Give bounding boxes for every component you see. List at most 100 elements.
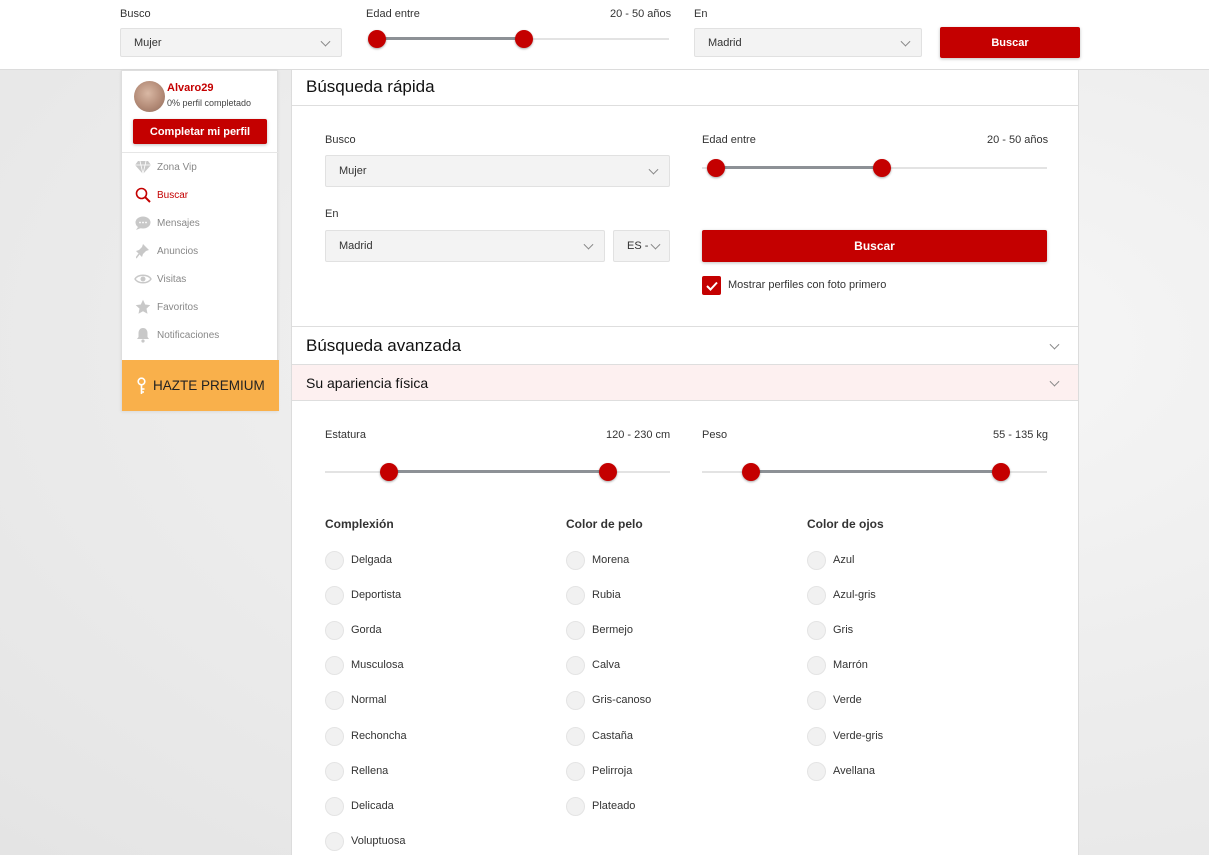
age-slider[interactable] — [702, 158, 1047, 178]
location-select[interactable]: Madrid — [325, 230, 605, 262]
eye-color-option[interactable]: Verde-gris — [807, 726, 883, 746]
option-label: Gris-canoso — [592, 694, 652, 706]
slider-max-handle[interactable] — [599, 463, 617, 481]
busco-value: Mujer — [339, 165, 367, 177]
hair-color-option[interactable]: Calva — [566, 655, 620, 675]
sidebar-item-buscar[interactable]: Buscar — [122, 181, 279, 209]
hair-color-option[interactable]: Bermejo — [566, 620, 633, 640]
radio-circle[interactable] — [325, 585, 344, 605]
radio-circle[interactable] — [325, 831, 344, 851]
radio-circle[interactable] — [566, 761, 585, 781]
appearance-accordion[interactable]: Su apariencia física — [292, 365, 1078, 400]
radio-circle[interactable] — [566, 726, 585, 746]
advanced-search-accordion[interactable]: Búsqueda avanzada — [292, 327, 1078, 364]
radio-circle[interactable] — [566, 690, 585, 710]
complexion-option[interactable]: Rellena — [325, 761, 388, 781]
radio-circle[interactable] — [325, 761, 344, 781]
complexion-option[interactable]: Musculosa — [325, 655, 404, 675]
profile-progress: 0% perfil completado — [167, 98, 252, 108]
sidebar-item-zona-vip[interactable]: Zona Vip — [122, 153, 279, 181]
complexion-option[interactable]: Rechoncha — [325, 726, 407, 746]
busco-select[interactable]: Mujer — [325, 155, 670, 187]
username[interactable]: Alvaro29 — [167, 82, 213, 94]
weight-slider[interactable] — [702, 462, 1047, 482]
hair-color-option[interactable]: Rubia — [566, 585, 621, 605]
sidebar-item-notificaciones[interactable]: Notificaciones — [122, 321, 279, 349]
chat-icon — [134, 215, 152, 231]
radio-circle[interactable] — [807, 655, 826, 675]
slider-min-handle[interactable] — [368, 30, 386, 48]
top-location-select[interactable]: Madrid — [694, 28, 922, 57]
slider-min-handle[interactable] — [380, 463, 398, 481]
complexion-heading: Complexión — [325, 517, 394, 531]
sidebar-item-favoritos[interactable]: Favoritos — [122, 293, 279, 321]
complexion-option[interactable]: Voluptuosa — [325, 831, 405, 851]
slider-min-handle[interactable] — [707, 159, 725, 177]
radio-circle[interactable] — [807, 585, 826, 605]
complexion-option[interactable]: Delicada — [325, 796, 394, 816]
radio-circle[interactable] — [325, 655, 344, 675]
top-age-slider[interactable] — [368, 29, 669, 49]
complexion-option[interactable]: Gorda — [325, 620, 382, 640]
eye-color-option[interactable]: Azul-gris — [807, 585, 876, 605]
premium-button[interactable]: HAZTE PREMIUM — [122, 360, 279, 411]
radio-circle[interactable] — [325, 550, 344, 570]
radio-circle[interactable] — [807, 761, 826, 781]
option-label: Avellana — [833, 765, 875, 777]
search-button[interactable]: Buscar — [702, 230, 1047, 262]
radio-circle[interactable] — [325, 726, 344, 746]
height-slider[interactable] — [325, 462, 670, 482]
complexion-option[interactable]: Normal — [325, 690, 386, 710]
option-label: Calva — [592, 659, 621, 671]
eye-color-option[interactable]: Marrón — [807, 655, 868, 675]
top-search-button[interactable]: Buscar — [940, 27, 1080, 58]
complexion-option[interactable]: Deportista — [325, 585, 401, 605]
top-busco-select[interactable]: Mujer — [120, 28, 342, 57]
hair-color-option[interactable]: Gris-canoso — [566, 690, 651, 710]
radio-circle[interactable] — [566, 620, 585, 640]
avatar[interactable] — [134, 81, 165, 112]
slider-max-handle[interactable] — [873, 159, 891, 177]
complete-profile-button[interactable]: Completar mi perfil — [133, 119, 267, 144]
country-select[interactable]: ES - — [613, 230, 670, 262]
hair-color-option[interactable]: Pelirroja — [566, 761, 632, 781]
sidebar-item-mensajes[interactable]: Mensajes — [122, 209, 279, 237]
diamond-icon — [134, 159, 152, 175]
eye-color-option[interactable]: Avellana — [807, 761, 875, 781]
slider-max-handle[interactable] — [992, 463, 1010, 481]
quick-search-title: Búsqueda rápida — [306, 77, 435, 96]
search-panel: Búsqueda rápida Busco Mujer Edad entre 2… — [291, 70, 1079, 855]
sidebar-item-label: Notificaciones — [157, 329, 220, 341]
radio-circle[interactable] — [807, 620, 826, 640]
sidebar-item-visitas[interactable]: Visitas — [122, 265, 279, 293]
radio-circle[interactable] — [566, 655, 585, 675]
radio-circle[interactable] — [807, 550, 826, 570]
eye-color-option[interactable]: Azul — [807, 550, 854, 570]
hair-color-option[interactable]: Morena — [566, 550, 629, 570]
appearance-title: Su apariencia física — [306, 374, 429, 391]
divider — [292, 105, 1078, 106]
chevron-down-icon — [648, 164, 659, 175]
estatura-label: Estatura — [325, 429, 366, 441]
radio-circle[interactable] — [325, 620, 344, 640]
option-label: Verde — [833, 694, 862, 706]
eye-color-option[interactable]: Gris — [807, 620, 853, 640]
edad-value: 20 - 50 años — [987, 134, 1049, 146]
complexion-option[interactable]: Delgada — [325, 550, 392, 570]
top-edad-value: 20 - 50 años — [610, 8, 672, 20]
photo-first-checkbox[interactable] — [702, 276, 721, 295]
radio-circle[interactable] — [325, 796, 344, 816]
sidebar-item-label: Favoritos — [157, 301, 199, 313]
radio-circle[interactable] — [807, 726, 826, 746]
hair-color-option[interactable]: Castaña — [566, 726, 633, 746]
slider-min-handle[interactable] — [742, 463, 760, 481]
radio-circle[interactable] — [566, 550, 585, 570]
sidebar-item-anuncios[interactable]: Anuncios — [122, 237, 279, 265]
eye-color-option[interactable]: Verde — [807, 690, 862, 710]
radio-circle[interactable] — [566, 796, 585, 816]
radio-circle[interactable] — [807, 690, 826, 710]
slider-max-handle[interactable] — [515, 30, 533, 48]
radio-circle[interactable] — [566, 585, 585, 605]
hair-color-option[interactable]: Plateado — [566, 796, 635, 816]
radio-circle[interactable] — [325, 690, 344, 710]
